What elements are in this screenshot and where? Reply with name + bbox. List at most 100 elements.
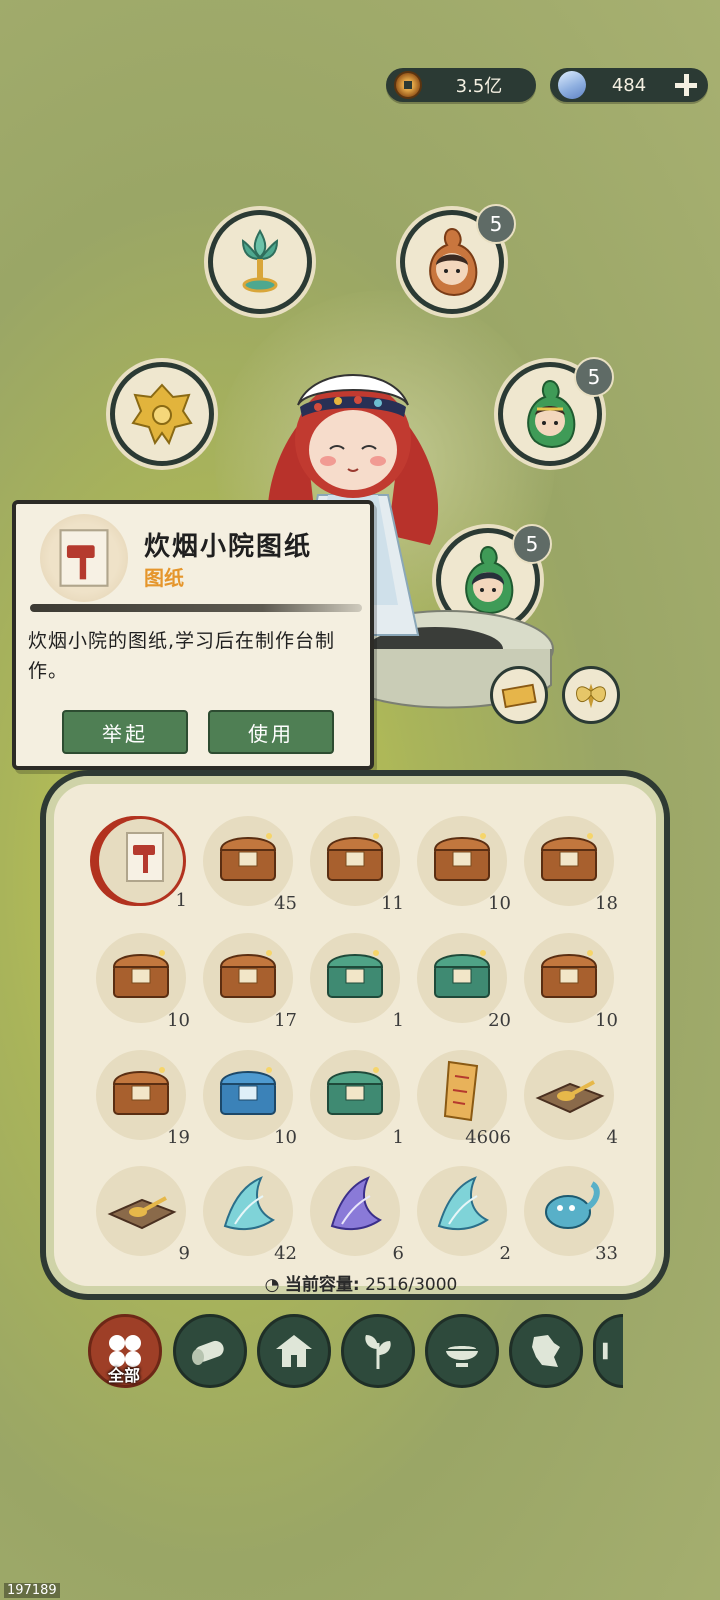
capacity-icon: ◔	[264, 1275, 285, 1295]
item-count: 18	[595, 893, 618, 914]
inventory-slot[interactable]: 10	[417, 816, 511, 914]
inventory-slot[interactable]: 4606	[417, 1050, 511, 1148]
item-count: 11	[381, 893, 404, 914]
item-count: 1	[392, 1010, 404, 1031]
map-icon	[532, 1335, 560, 1367]
coin-icon	[394, 71, 422, 99]
blueprint-hammer-icon	[59, 529, 109, 587]
quick-item-ticket[interactable]	[490, 666, 548, 724]
slot-lotus-lamp[interactable]	[208, 210, 312, 314]
inventory-slot[interactable]: 1	[96, 816, 187, 911]
inventory-slot[interactable]: 18	[524, 816, 618, 914]
spirit-beast-icon	[545, 1181, 600, 1229]
slot-armor[interactable]	[110, 362, 214, 466]
blue-chest-icon	[219, 1067, 277, 1115]
item-count: 20	[488, 1010, 511, 1031]
tooltip-item-type: 图纸	[144, 566, 184, 590]
slot-follower-2-level: 5	[574, 357, 614, 397]
item-tooltip: 炊烟小院图纸 图纸 炊烟小院的图纸,学习后在制作台制作。 举起 使用	[12, 500, 374, 770]
capacity-value: 2516/3000	[365, 1275, 458, 1295]
use-button[interactable]: 使用	[208, 710, 334, 754]
treasure-chest-icon	[433, 833, 491, 881]
spoon-board-icon	[535, 1080, 605, 1114]
inventory-slot[interactable]: 10	[524, 933, 618, 1031]
inventory-slot[interactable]: 2	[417, 1166, 511, 1264]
item-count: 2	[499, 1243, 511, 1264]
spirit-fish-icon	[437, 1176, 489, 1231]
item-count: 19	[167, 1127, 190, 1148]
category-food[interactable]	[425, 1314, 499, 1388]
gem-balance: 484	[550, 67, 708, 103]
sprout-icon	[365, 1335, 391, 1369]
item-count: 10	[274, 1127, 297, 1148]
green-chest-icon	[433, 950, 491, 998]
blueprint-scroll-icon	[126, 832, 164, 882]
inventory-slot[interactable]: 10	[203, 1050, 297, 1148]
item-count: 4	[606, 1127, 618, 1148]
inventory-slot[interactable]: 4	[524, 1050, 618, 1148]
item-count: 17	[274, 1010, 297, 1031]
coin-amount: 3.5亿	[455, 76, 503, 97]
hold-button[interactable]: 举起	[62, 710, 188, 754]
inventory-slot[interactable]: 20	[417, 933, 511, 1031]
slot-follower-3-level: 5	[512, 524, 552, 564]
scroll-map-icon	[443, 1060, 479, 1122]
category-all-label: 全部	[107, 1366, 140, 1385]
inventory-slot[interactable]: 6	[310, 1166, 404, 1264]
inventory-slot[interactable]: 33	[524, 1166, 618, 1264]
slot-follower-1-level: 5	[476, 204, 516, 244]
item-count: 9	[178, 1243, 190, 1264]
inventory-slot[interactable]: 11	[310, 816, 404, 914]
item-count: 1	[175, 890, 187, 911]
treasure-chest-icon	[219, 833, 277, 881]
green-chest-icon	[326, 1067, 384, 1115]
golden-ticket-icon	[501, 683, 537, 709]
inventory-slot[interactable]: 9	[96, 1166, 190, 1264]
user-id: 197189	[4, 1583, 60, 1598]
spirit-fish-purple-icon	[330, 1176, 382, 1231]
category-buildings[interactable]	[257, 1314, 331, 1388]
inventory-slot[interactable]: 42	[203, 1166, 297, 1264]
item-count: 10	[595, 1010, 618, 1031]
treasure-chest-icon	[326, 833, 384, 881]
treasure-chest-icon	[540, 833, 598, 881]
gourd-portrait-icon	[527, 379, 576, 448]
add-gems-button[interactable]	[672, 71, 700, 99]
item-count: 6	[392, 1243, 404, 1264]
category-plants[interactable]	[341, 1314, 415, 1388]
spoon-board-icon	[107, 1196, 177, 1230]
tooltip-title: 炊烟小院图纸	[144, 532, 313, 562]
inventory-panel: 1 45 11 10 18 10 17 1 20 10 19 10 1 4606 4 9 42 6 2 33 ◔ 当前…	[40, 770, 670, 1300]
treasure-chest-icon	[112, 1067, 170, 1115]
tooltip-item-icon	[40, 514, 128, 602]
house-icon	[276, 1335, 312, 1367]
inventory-slot[interactable]: 45	[203, 816, 297, 914]
inventory-slot[interactable]: 1	[310, 1050, 404, 1148]
log-icon	[192, 1340, 224, 1365]
item-count: 1	[392, 1127, 404, 1148]
inventory-slot[interactable]: 10	[96, 933, 190, 1031]
gem-icon	[554, 67, 590, 103]
capacity-label: 当前容量:	[284, 1275, 360, 1295]
gourd-portrait-icon	[429, 227, 478, 296]
green-chest-icon	[326, 950, 384, 998]
category-materials[interactable]	[173, 1314, 247, 1388]
quick-item-moth[interactable]	[562, 666, 620, 724]
bowl-icon	[446, 1346, 478, 1367]
item-count: 10	[488, 893, 511, 914]
inventory-slot[interactable]: 17	[203, 933, 297, 1031]
tooltip-divider	[30, 604, 362, 612]
category-maps[interactable]	[509, 1314, 583, 1388]
gem-amount: 484	[611, 74, 647, 96]
golden-armor-icon	[131, 383, 193, 446]
inventory-slot[interactable]: 1	[310, 933, 404, 1031]
golden-moth-icon	[576, 683, 606, 709]
item-count: 33	[595, 1243, 618, 1264]
treasure-chest-icon	[219, 950, 277, 998]
inventory-slot[interactable]: 19	[96, 1050, 190, 1148]
item-count: 4606	[465, 1127, 511, 1148]
spirit-fish-icon	[223, 1176, 275, 1231]
lotus-lamp-icon	[241, 229, 279, 293]
item-count: 10	[167, 1010, 190, 1031]
category-scrolls[interactable]	[593, 1314, 623, 1388]
